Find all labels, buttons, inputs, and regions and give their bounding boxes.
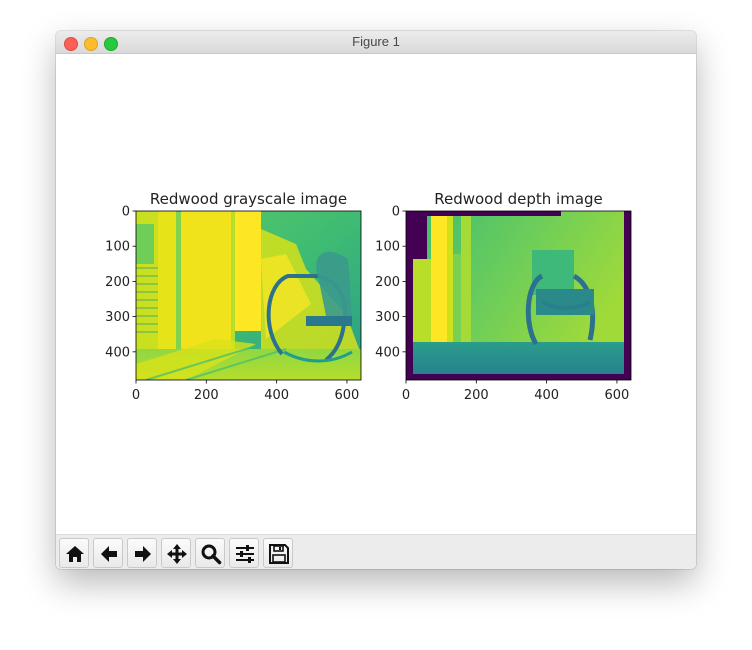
- y-tick-label: 400: [375, 345, 400, 360]
- forward-button[interactable]: [127, 538, 157, 568]
- x-tick-label: 400: [264, 388, 289, 403]
- sliders-icon: [236, 545, 254, 563]
- zoom-button[interactable]: [195, 538, 225, 568]
- back-button[interactable]: [93, 538, 123, 568]
- y-tick-label: 200: [105, 275, 130, 290]
- save-button[interactable]: [263, 538, 293, 568]
- y-tick-label: 100: [375, 240, 400, 255]
- figure-canvas[interactable]: Redwood grayscale image Redwood depth im…: [56, 54, 696, 534]
- depth-title: Redwood depth image: [434, 190, 603, 208]
- y-tick-label: 400: [105, 345, 130, 360]
- y-tick-label: 300: [105, 310, 130, 325]
- grayscale-image: [136, 211, 361, 380]
- home-icon: [66, 546, 84, 562]
- home-button[interactable]: [59, 538, 89, 568]
- x-tick-label: 600: [335, 388, 360, 403]
- x-tick-label: 200: [464, 388, 489, 403]
- depth-axes: Redwood depth image: [406, 190, 631, 380]
- grayscale-title: Redwood grayscale image: [150, 190, 347, 208]
- y-tick-label: 100: [105, 240, 130, 255]
- back-arrow-icon: [101, 546, 117, 562]
- zoom-icon: [201, 544, 222, 565]
- y-tick-label: 200: [375, 275, 400, 290]
- pan-icon: [167, 544, 187, 564]
- x-tick-label: 0: [132, 388, 140, 403]
- y-tick-label: 0: [122, 205, 130, 220]
- save-icon: [269, 544, 289, 564]
- y-tick-label: 0: [392, 205, 400, 220]
- x-tick-label: 0: [402, 388, 410, 403]
- x-tick-label: 200: [194, 388, 219, 403]
- y-tick-label: 300: [375, 310, 400, 325]
- forward-arrow-icon: [135, 546, 151, 562]
- pan-button[interactable]: [161, 538, 191, 568]
- window-title: Figure 1: [352, 34, 400, 49]
- figure-window: Figure 1 Redwood grayscale image Redwood…: [56, 31, 696, 569]
- configure-subplots-button[interactable]: [229, 538, 259, 568]
- navigation-toolbar: [56, 534, 696, 569]
- depth-image: [406, 211, 631, 380]
- x-tick-label: 600: [605, 388, 630, 403]
- title-bar: Figure 1: [56, 31, 696, 54]
- grayscale-axes: Redwood grayscale image: [136, 190, 361, 380]
- x-tick-label: 400: [534, 388, 559, 403]
